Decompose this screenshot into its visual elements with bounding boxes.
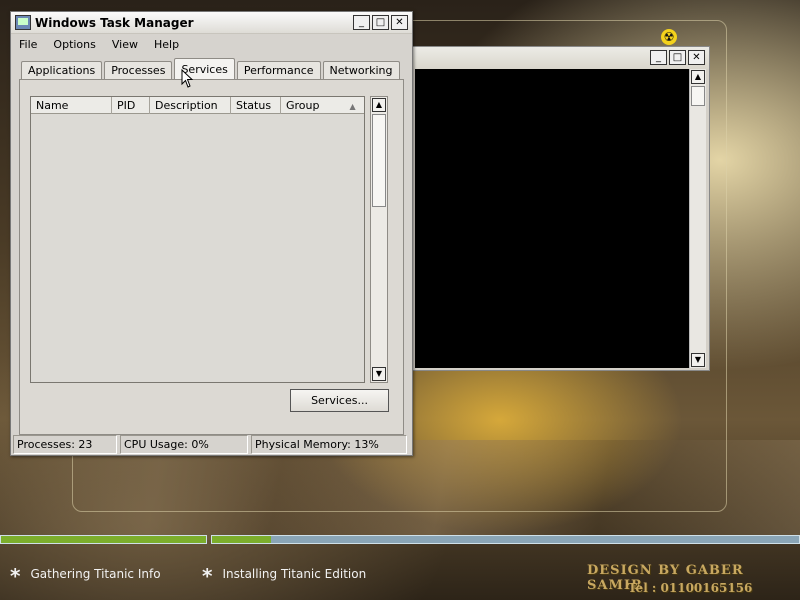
mouse-cursor-icon — [181, 69, 194, 88]
status-cpu: CPU Usage: 0% — [120, 435, 248, 454]
step-star-icon: * — [202, 564, 213, 588]
progress-fill-step1 — [1, 536, 206, 543]
task-manager-window[interactable]: Windows Task Manager _ □ ✕ File Options … — [10, 11, 413, 456]
step-gathering: * Gathering Titanic Info — [10, 559, 161, 588]
scroll-thumb[interactable] — [372, 114, 386, 207]
radiation-icon: ☢ — [661, 29, 677, 45]
list-header: Name PID Description Status Group ▲ — [31, 97, 364, 114]
tab-applications[interactable]: Applications — [21, 61, 103, 80]
status-memory: Physical Memory: 13% — [251, 435, 407, 454]
step-star-icon: * — [10, 564, 21, 588]
services-button[interactable]: Services... — [290, 389, 389, 412]
close-button[interactable]: ✕ — [391, 15, 408, 30]
minimize-button[interactable]: _ — [650, 50, 667, 65]
close-button[interactable]: ✕ — [688, 50, 705, 65]
designer-phone: Tel : 01100165156 — [628, 581, 753, 595]
console-output[interactable] — [415, 69, 691, 368]
column-group[interactable]: Group ▲ — [281, 97, 364, 114]
tab-networking[interactable]: Networking — [322, 61, 400, 80]
tab-performance[interactable]: Performance — [236, 61, 321, 80]
scroll-up-icon[interactable]: ▲ — [691, 70, 705, 84]
console-window[interactable]: _ □ ✕ ▲ ▼ — [410, 46, 710, 371]
menu-help[interactable]: Help — [146, 35, 187, 55]
console-scrollbar[interactable]: ▲ ▼ — [689, 69, 706, 368]
column-description[interactable]: Description — [150, 97, 231, 114]
menu-options[interactable]: Options — [45, 35, 103, 55]
menu-file[interactable]: File — [11, 35, 45, 55]
maximize-button[interactable]: □ — [372, 15, 389, 30]
scroll-up-icon[interactable]: ▲ — [372, 98, 386, 112]
step1-label: Gathering Titanic Info — [30, 567, 161, 581]
menu-bar: File Options View Help — [11, 35, 187, 55]
list-scrollbar[interactable]: ▲ ▼ — [370, 96, 388, 383]
column-name[interactable]: Name — [31, 97, 112, 114]
status-processes: Processes: 23 — [13, 435, 117, 454]
progress-bar-step2 — [211, 535, 800, 544]
window-title: Windows Task Manager — [35, 16, 194, 30]
sort-arrow-icon: ▲ — [349, 102, 356, 111]
minimize-button[interactable]: _ — [353, 15, 370, 30]
tab-processes[interactable]: Processes — [104, 61, 173, 80]
scroll-down-icon[interactable]: ▼ — [372, 367, 386, 381]
column-group-label: Group — [286, 99, 320, 112]
column-status[interactable]: Status — [231, 97, 281, 114]
progress-fill-step2 — [212, 536, 271, 543]
tab-bar: Applications Processes Services Performa… — [21, 58, 402, 80]
menu-view[interactable]: View — [104, 35, 146, 55]
progress-bar-step1 — [0, 535, 207, 544]
task-manager-titlebar[interactable]: Windows Task Manager _ □ ✕ — [11, 12, 412, 34]
task-manager-icon — [15, 15, 31, 30]
step2-label: Installing Titanic Edition — [222, 567, 367, 581]
scroll-thumb[interactable] — [691, 86, 705, 106]
step-installing: * Installing Titanic Edition — [202, 559, 367, 588]
console-titlebar[interactable]: _ □ ✕ — [411, 47, 709, 69]
status-bar: Processes: 23 CPU Usage: 0% Physical Mem… — [13, 435, 410, 454]
services-list[interactable]: Name PID Description Status Group ▲ — [30, 96, 365, 383]
scroll-down-icon[interactable]: ▼ — [691, 353, 705, 367]
column-pid[interactable]: PID — [112, 97, 150, 114]
maximize-button[interactable]: □ — [669, 50, 686, 65]
